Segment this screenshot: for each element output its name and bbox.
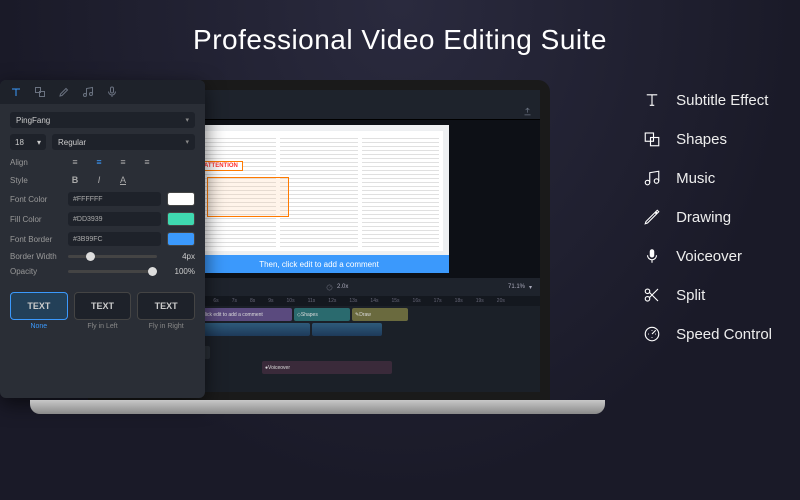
feature-drawing: Drawing (642, 207, 772, 227)
scissors-icon (642, 285, 662, 305)
feature-subtitle: Subtitle Effect (642, 90, 772, 110)
panel-tab-text-icon[interactable] (10, 86, 22, 98)
panel-tab-shapes-icon[interactable] (34, 86, 46, 98)
pencil-icon (642, 207, 662, 227)
font-size-select[interactable]: 18▾ (10, 134, 46, 150)
preset-fly-left[interactable]: TEXT (74, 292, 132, 320)
feature-music: Music (642, 168, 772, 188)
feature-voiceover: Voiceover (642, 246, 772, 266)
highlight-box (207, 177, 289, 217)
feature-shapes: Shapes (642, 129, 772, 149)
panel-tab-music-icon[interactable] (82, 86, 94, 98)
border-color-swatch[interactable] (167, 232, 195, 246)
panel-tab-bar (0, 80, 205, 104)
hero-title: Professional Video Editing Suite (0, 0, 800, 56)
font-family-select[interactable]: PingFang▾ (10, 112, 195, 128)
laptop-stage: ATTENTION Then, click edit to add a comm… (30, 80, 575, 470)
fill-color-swatch[interactable] (167, 212, 195, 226)
draw-clip[interactable]: ✎ Draw (352, 308, 408, 321)
preset-fly-right-caption: Fly in Right (149, 323, 184, 330)
preset-fly-right[interactable]: TEXT (137, 292, 195, 320)
preset-none[interactable]: TEXT (10, 292, 68, 320)
border-width-label: Border Width (10, 252, 62, 261)
mic-icon (642, 246, 662, 266)
feature-split: Split (642, 285, 772, 305)
feature-speed: Speed Control (642, 324, 772, 344)
font-color-swatch[interactable] (167, 192, 195, 206)
voice-clip[interactable]: ● Voiceover (262, 361, 392, 374)
text-icon (642, 90, 662, 110)
font-weight-select[interactable]: Regular▾ (52, 134, 195, 150)
attention-label: ATTENTION (199, 161, 243, 171)
chevron-down-icon: ▾ (185, 116, 189, 124)
border-width-slider[interactable] (68, 255, 157, 258)
export-icon[interactable] (523, 107, 532, 116)
animation-presets: TEXT None TEXT Fly in Left TEXT Fly in R… (0, 284, 205, 338)
panel-tab-mic-icon[interactable] (106, 86, 118, 98)
font-color-input[interactable]: #FFFFFF (68, 192, 161, 206)
panel-tab-pencil-icon[interactable] (58, 86, 70, 98)
fill-color-input[interactable]: #DD3939 (68, 212, 161, 226)
zoom-control[interactable]: 71.1%▾ (508, 284, 532, 291)
border-color-input[interactable]: #3B99FC (68, 232, 161, 246)
feature-list: Subtitle Effect Shapes Music Drawing Voi… (642, 90, 772, 344)
opacity-label: Opacity (10, 267, 62, 276)
shape-clip[interactable]: ◇ Shapes (294, 308, 350, 321)
shapes-icon (642, 129, 662, 149)
preset-fly-left-caption: Fly in Left (87, 323, 117, 330)
opacity-value: 100% (163, 267, 195, 276)
align-label: Align (10, 158, 62, 167)
align-justify-icon[interactable]: ≡ (140, 156, 154, 168)
bold-button[interactable]: B (68, 174, 82, 186)
speed-control[interactable]: 2.0x (326, 284, 348, 291)
laptop-base (30, 400, 605, 414)
align-right-icon[interactable]: ≡ (116, 156, 130, 168)
preset-none-caption: None (30, 323, 47, 330)
text-properties-panel: PingFang▾ 18▾ Regular▾ Align ≡ ≡ ≡ ≡ Sty… (0, 80, 205, 398)
opacity-slider[interactable] (68, 270, 157, 273)
style-label: Style (10, 176, 62, 185)
gauge-icon (642, 324, 662, 344)
align-left-icon[interactable]: ≡ (68, 156, 82, 168)
italic-button[interactable]: I (92, 174, 106, 186)
video-clip[interactable] (312, 323, 382, 336)
align-center-icon[interactable]: ≡ (92, 156, 106, 168)
border-color-label: Font Border (10, 235, 62, 244)
preview-canvas: ATTENTION Then, click edit to add a comm… (189, 125, 449, 273)
underline-button[interactable]: A (116, 174, 130, 186)
border-width-value: 4px (163, 252, 195, 261)
fill-color-label: Fill Color (10, 215, 62, 224)
font-color-label: Font Color (10, 195, 62, 204)
preview-caption: Then, click edit to add a comment (189, 255, 449, 273)
music-icon (642, 168, 662, 188)
